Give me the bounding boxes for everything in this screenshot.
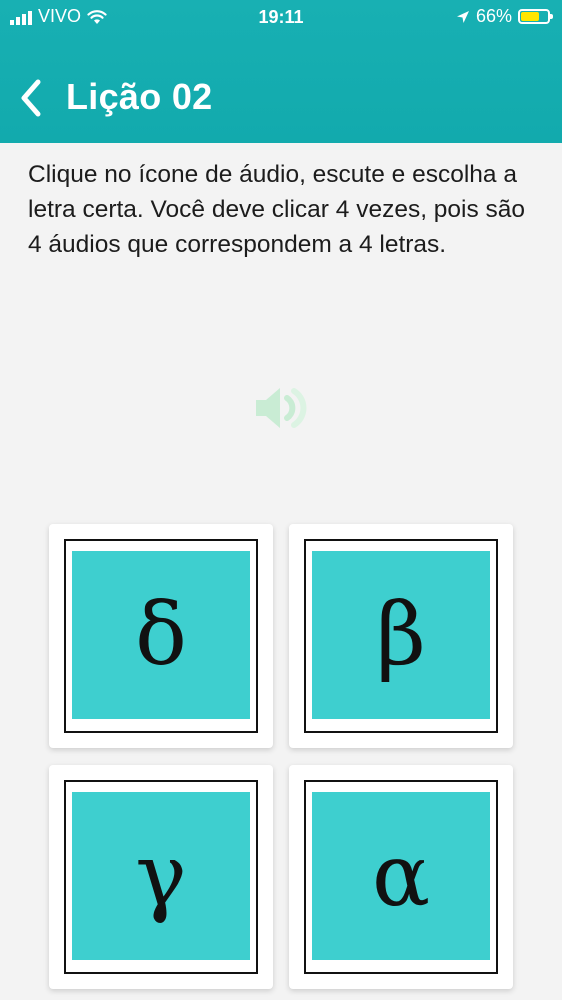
letter-card-2[interactable]: β — [289, 524, 513, 748]
card-tile: γ — [72, 792, 250, 960]
location-arrow-icon — [456, 10, 469, 23]
card-frame: α — [304, 780, 498, 974]
card-frame: δ — [64, 539, 258, 733]
card-letter: δ — [135, 585, 187, 685]
card-letter: γ — [135, 826, 187, 926]
chevron-left-icon[interactable] — [14, 76, 48, 120]
letter-card-4[interactable]: α — [289, 765, 513, 989]
battery-percent: 66% — [475, 6, 512, 26]
app-header: VIVO 19:11 66% Lição 02 — [0, 0, 562, 143]
page-title: Lição 02 — [66, 76, 213, 117]
card-letter: β — [376, 585, 426, 685]
instructions-text: Clique no ícone de áudio, escute e escol… — [28, 161, 526, 258]
card-tile: β — [312, 551, 490, 719]
card-tile: α — [312, 792, 490, 960]
status-bar: VIVO 19:11 66% — [0, 0, 562, 36]
speaker-icon[interactable] — [250, 382, 312, 434]
status-right: 66% — [456, 6, 553, 27]
card-frame: γ — [64, 780, 258, 974]
card-letter: α — [371, 826, 431, 926]
battery-icon — [518, 9, 553, 24]
letter-card-1[interactable]: δ — [49, 524, 273, 748]
battery-fill — [521, 12, 540, 21]
letter-card-3[interactable]: γ — [49, 765, 273, 989]
card-tile: δ — [72, 551, 250, 719]
nav-bar: Lição 02 — [0, 62, 562, 132]
card-frame: β — [304, 539, 498, 733]
